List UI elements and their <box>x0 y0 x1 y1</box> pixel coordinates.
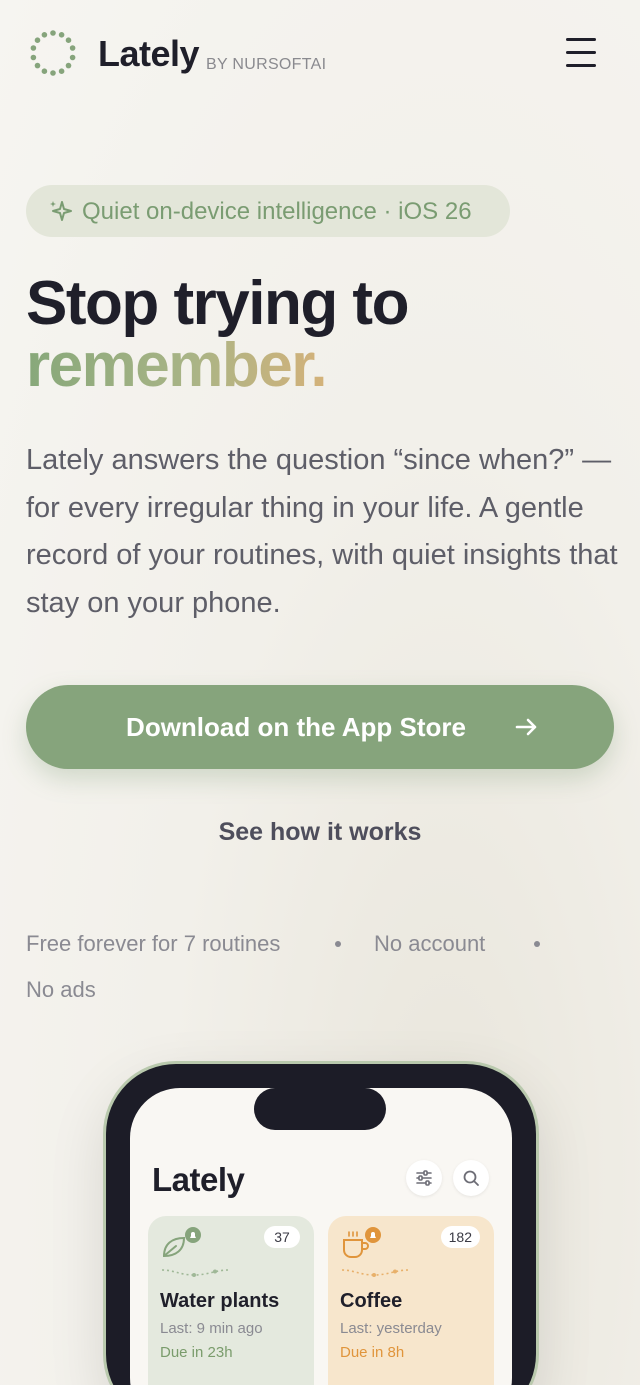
arrow-right-icon <box>515 718 537 736</box>
sparkles-icon <box>50 201 72 221</box>
routine-due: Due in 8h <box>340 1344 405 1361</box>
meta-no-account: No account <box>374 931 486 956</box>
lead-paragraph: Lately answers the question “since when?… <box>26 444 618 619</box>
headline-line-2: remember. <box>26 331 328 400</box>
dotted-ring-icon[interactable] <box>30 30 76 76</box>
meta-no-ads: No ads <box>26 977 96 1002</box>
occurrence-count-badge: 37 <box>264 1226 300 1248</box>
dynamic-island <box>254 1088 386 1130</box>
meta-separator-dot <box>534 941 540 947</box>
history-sparkline <box>161 1269 229 1277</box>
phone-screen: Lately 37 Water plants Last: 9 min ago D… <box>130 1088 512 1385</box>
routine-last: Last: 9 min ago <box>160 1320 263 1337</box>
headline-line-1: Stop trying to <box>26 269 409 338</box>
meta-separator-dot <box>335 941 341 947</box>
routine-name: Water plants <box>160 1290 280 1312</box>
app-title: Lately <box>152 1161 245 1198</box>
leaf-icon <box>162 1227 201 1258</box>
sliders-icon[interactable] <box>406 1160 442 1196</box>
brand-byline: BY NURSOFTAI <box>206 56 327 73</box>
app-store-download-button[interactable]: Download on the App Store <box>26 685 614 769</box>
phone-mockup: Lately 37 Water plants Last: 9 min ago D… <box>106 1064 536 1385</box>
routine-due: Due in 23h <box>160 1344 233 1361</box>
history-sparkline <box>341 1269 409 1277</box>
search-icon[interactable] <box>453 1160 489 1196</box>
routine-card-coffee[interactable]: 182 Coffee Last: yesterday Due in 8h <box>328 1216 494 1385</box>
app-store-download-label: Download on the App Store <box>126 712 466 742</box>
hamburger-menu-icon[interactable] <box>560 34 602 72</box>
occurrence-count-badge: 182 <box>440 1226 480 1248</box>
routine-name: Coffee <box>340 1290 403 1312</box>
routine-last: Last: yesterday <box>340 1320 442 1337</box>
feature-pill: Quiet on-device intelligence · iOS 26 <box>26 185 510 237</box>
see-how-it-works-link[interactable]: See how it works <box>0 818 640 847</box>
site-header: Lately BY NURSOFTAI <box>0 0 640 108</box>
routine-card-water-plants[interactable]: 37 Water plants Last: 9 min ago Due in 2… <box>148 1216 314 1385</box>
brand-name[interactable]: Lately <box>98 33 200 75</box>
meta-free-forever: Free forever for 7 routines <box>26 931 281 956</box>
coffee-cup-icon <box>343 1227 381 1258</box>
feature-pill-text: Quiet on-device intelligence · iOS 26 <box>82 198 472 225</box>
